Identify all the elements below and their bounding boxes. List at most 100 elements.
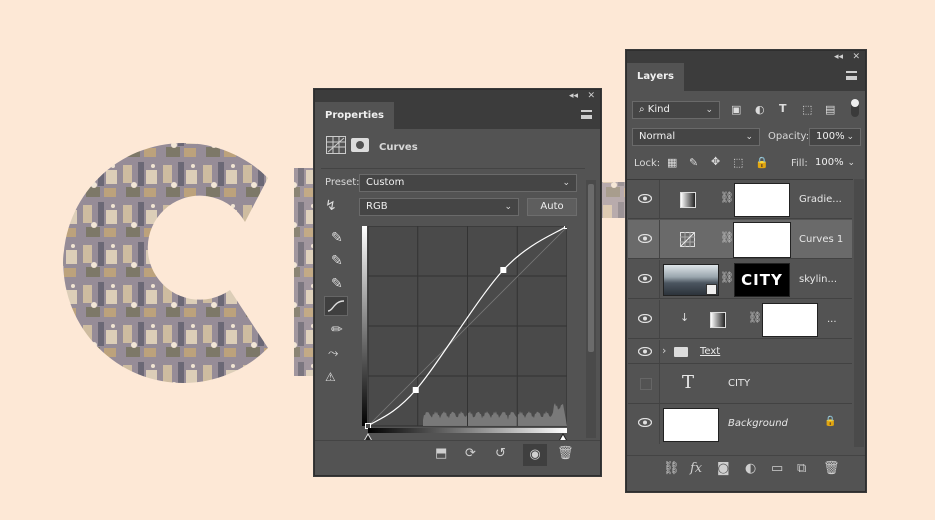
curve-control-point <box>412 387 419 393</box>
layers-panel: ◂◂ ✕ Layers ⌕ Kind ⌄ ▣ ◐ T ⬚ ▤ Normal ⌄ Op… <box>626 50 866 492</box>
filter-toggle-icon[interactable] <box>851 99 859 117</box>
link-icon[interactable]: ⛓ <box>720 191 734 204</box>
chevron-down-icon: ⌄ <box>846 132 854 142</box>
reset-icon[interactable]: ↺ <box>495 446 506 461</box>
lock-image-icon[interactable]: ✎ <box>689 156 698 169</box>
layer-mask-thumbnail[interactable] <box>734 183 790 217</box>
fx-icon[interactable]: fx <box>690 461 702 476</box>
add-mask-icon[interactable]: ◙ <box>717 461 730 476</box>
filter-smart-object-icon[interactable]: ▤ <box>825 103 835 116</box>
curves-graph[interactable] <box>362 226 567 441</box>
eye-icon[interactable] <box>638 418 652 427</box>
layer-name[interactable]: skylin... <box>799 274 837 285</box>
link-icon[interactable]: ⛓ <box>720 271 734 284</box>
clipping-warning-icon[interactable]: ⚠ <box>325 370 336 384</box>
lock-position-icon[interactable]: ✥ <box>711 155 720 168</box>
new-layer-icon[interactable]: ⧉ <box>797 461 806 476</box>
lock-all-icon[interactable]: 🔒 <box>755 156 769 169</box>
eye-icon[interactable] <box>638 314 652 323</box>
properties-panel: ◂◂ ✕ Properties Curves Preset: Custom ⌄ ↯… <box>314 89 601 476</box>
layer-mask-thumbnail[interactable] <box>762 303 818 337</box>
layer-name[interactable]: Gradie... <box>799 194 842 205</box>
gradient-adjustment-icon <box>680 192 696 208</box>
curve-point-tool-icon[interactable] <box>324 296 348 316</box>
visibility-toggle-empty[interactable] <box>640 378 652 390</box>
eye-icon[interactable] <box>638 234 652 243</box>
layer-name[interactable]: Background <box>728 418 788 429</box>
fill-field[interactable]: 100% ⌄ <box>809 155 861 173</box>
link-icon[interactable]: ⛓ <box>748 311 762 324</box>
filter-type-icon[interactable]: T <box>779 102 787 115</box>
channel-dropdown[interactable]: RGB ⌄ <box>359 198 519 216</box>
folder-icon <box>674 347 688 357</box>
adjustment-title: Curves <box>379 142 418 153</box>
clip-to-layer-icon[interactable]: ⬒ <box>435 446 447 461</box>
eye-icon[interactable] <box>638 194 652 203</box>
layer-row-curves[interactable]: ⛓ Curves 1 <box>628 220 852 259</box>
curve-control-point <box>564 226 567 229</box>
curve-control-point <box>365 423 371 429</box>
filter-kind-value: Kind <box>647 104 670 115</box>
layers-scrollbar[interactable] <box>854 179 864 447</box>
layer-row-text-group[interactable]: › Text <box>628 340 852 364</box>
eyedropper-white-icon[interactable]: ✎ <box>331 276 343 292</box>
layer-row-clipped[interactable]: ↓ ⛓ ... <box>628 300 852 339</box>
properties-topbar: ◂◂ ✕ <box>315 90 600 102</box>
blend-mode-dropdown[interactable]: Normal ⌄ <box>632 128 760 146</box>
eye-icon[interactable] <box>638 347 652 356</box>
trash-icon[interactable]: 🗑 <box>557 446 574 461</box>
lock-label: Lock: <box>634 158 661 169</box>
background-thumbnail[interactable] <box>663 408 719 442</box>
eyedropper-black-icon[interactable]: ✎ <box>331 230 343 246</box>
opacity-field[interactable]: 100% ⌄ <box>809 128 861 146</box>
gradient-adjustment-icon <box>710 312 726 328</box>
view-previous-state-icon[interactable]: ⟳ <box>465 446 476 461</box>
layer-row-skyline[interactable]: ⛓ CITY skylin... <box>628 260 852 299</box>
filter-adjustment-icon[interactable]: ◐ <box>755 103 765 116</box>
panel-menu-icon[interactable] <box>846 71 857 80</box>
link-icon[interactable]: ⛓ <box>720 231 734 244</box>
new-group-icon[interactable]: ▭ <box>771 461 783 476</box>
on-image-adjustment-icon[interactable]: ↯ <box>325 198 337 214</box>
properties-tab-row: Properties <box>315 102 600 129</box>
close-icon[interactable]: ✕ <box>587 90 595 102</box>
type-layer-icon: T <box>682 372 695 393</box>
link-layers-icon[interactable]: ⛓ <box>663 461 680 476</box>
lock-transparent-icon[interactable]: ▦ <box>667 156 677 169</box>
layer-mask-thumbnail[interactable]: CITY <box>734 263 790 297</box>
close-icon[interactable]: ✕ <box>852 51 860 63</box>
filter-kind-dropdown[interactable]: ⌕ Kind ⌄ <box>632 101 720 119</box>
filter-pixel-icon[interactable]: ▣ <box>731 103 741 116</box>
channel-value: RGB <box>366 201 388 212</box>
layer-name[interactable]: Curves 1 <box>799 234 843 245</box>
layer-row-background[interactable]: Background 🔒 <box>628 404 852 444</box>
eyedropper-gray-icon[interactable]: ✎ <box>331 253 343 269</box>
tab-layers[interactable]: Layers <box>627 63 684 91</box>
mask-icon[interactable] <box>351 138 369 152</box>
eye-icon[interactable] <box>638 274 652 283</box>
layer-row-gradient[interactable]: ⛓ Gradie... <box>628 180 852 219</box>
collapse-icon[interactable]: ◂◂ <box>569 90 578 102</box>
layer-name[interactable]: CITY <box>728 378 750 389</box>
chevron-down-icon: ⌄ <box>562 178 570 188</box>
tab-properties[interactable]: Properties <box>315 102 394 129</box>
chevron-right-icon[interactable]: › <box>662 344 666 357</box>
properties-scrollbar[interactable] <box>586 180 596 438</box>
preset-dropdown[interactable]: Custom ⌄ <box>359 174 577 192</box>
smooth-curve-icon[interactable]: ⤳ <box>328 346 338 361</box>
filter-shape-icon[interactable]: ⬚ <box>802 103 812 116</box>
layer-name[interactable]: Text <box>700 346 720 357</box>
scrollbar-thumb[interactable] <box>588 184 594 352</box>
new-adjustment-icon[interactable]: ◐ <box>745 461 756 476</box>
visibility-eye-icon[interactable]: ◉ <box>523 444 547 466</box>
pencil-icon[interactable]: ✏ <box>331 322 343 338</box>
collapse-icon[interactable]: ◂◂ <box>834 51 843 63</box>
lock-artboard-icon[interactable]: ⬚ <box>733 156 743 169</box>
layer-row-city-type[interactable]: T CITY <box>628 364 852 404</box>
trash-icon[interactable]: 🗑 <box>823 461 840 476</box>
panel-menu-icon[interactable] <box>581 110 592 119</box>
layer-mask-thumbnail[interactable] <box>733 222 791 258</box>
layer-list: ⛓ Gradie... ⛓ Curves 1 ⛓ CITY skylin... <box>627 179 853 448</box>
layer-name[interactable]: ... <box>827 314 837 325</box>
auto-button[interactable]: Auto <box>527 198 577 216</box>
